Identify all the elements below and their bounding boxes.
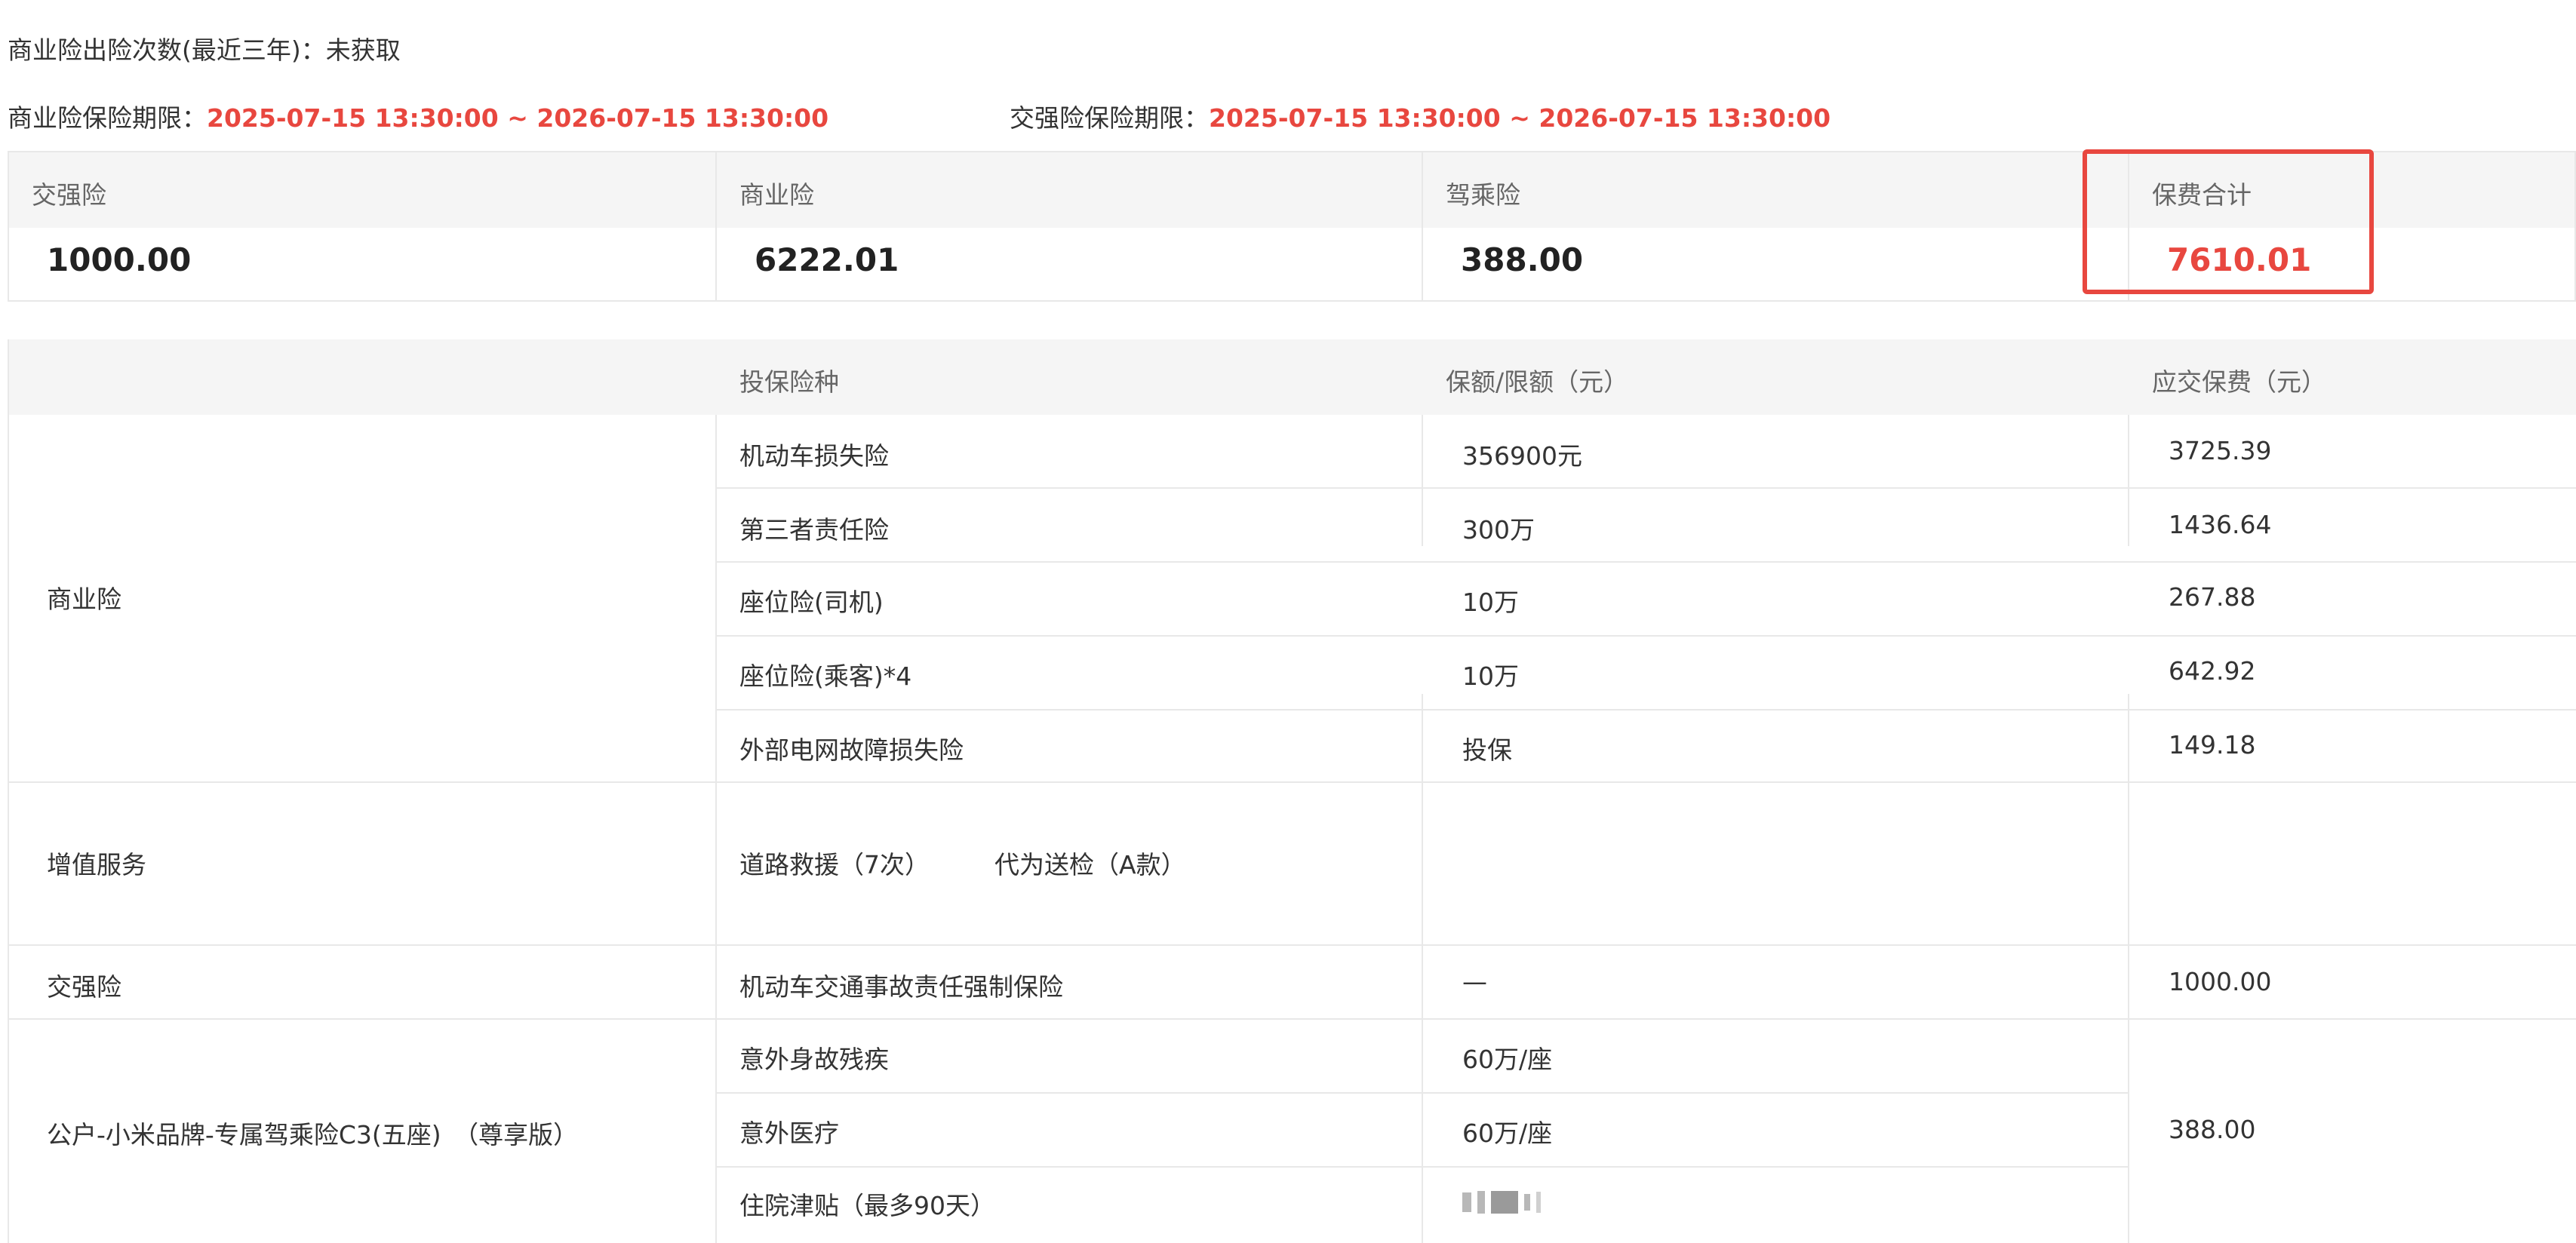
coverage-amount: — bbox=[1462, 967, 1487, 996]
col-divider bbox=[2128, 415, 2129, 546]
coverage-type: 意外医疗 bbox=[739, 1119, 839, 1148]
summary-label: 驾乘险 bbox=[1446, 180, 1520, 210]
coverage-type: 住院津贴（最多90天） bbox=[739, 1191, 995, 1220]
coverage-premium: 3725.39 bbox=[2169, 436, 2272, 465]
row-divider bbox=[715, 487, 2576, 489]
obscured-mark bbox=[1536, 1191, 1541, 1213]
summary-col-driver: 驾乘险 388.00 bbox=[1423, 152, 2129, 300]
header-premium: 应交保费（元） bbox=[2152, 367, 2326, 397]
coverage-type: 座位险(司机) bbox=[739, 588, 884, 617]
coverage-amount: 60万/座 bbox=[1462, 1119, 1553, 1148]
summary-value: 1000.00 bbox=[47, 241, 192, 278]
row-divider bbox=[9, 944, 2576, 946]
col-divider bbox=[1422, 415, 1423, 546]
coverage-premium: 1436.64 bbox=[2169, 510, 2272, 539]
total-highlight-box bbox=[2083, 149, 2374, 294]
coverage-type: 机动车交通事故责任强制保险 bbox=[739, 972, 1063, 1002]
col-divider bbox=[1422, 694, 1423, 1243]
row-divider bbox=[9, 781, 2576, 783]
group-compulsory: 交强险 bbox=[47, 972, 121, 1002]
summary-col-commercial: 商业险 6222.01 bbox=[717, 152, 1423, 300]
claims-count-line: 商业险出险次数(最近三年)：未获取 bbox=[8, 35, 401, 65]
coverage-type: 第三者责任险 bbox=[739, 515, 889, 545]
group-driver-passenger: 公户-小米品牌-专属驾乘险C3(五座) （尊享版） bbox=[47, 1120, 579, 1149]
summary-col-compulsory: 交强险 1000.00 bbox=[9, 152, 717, 300]
compulsory-period: 交强险保险期限：2025-07-15 13:30:00 ~ 2026-07-15… bbox=[1010, 98, 1831, 134]
value-added-item: 道路救援（7次） bbox=[739, 850, 930, 879]
group-value-added: 增值服务 bbox=[47, 850, 146, 879]
header-coverage-amount: 保额/限额（元） bbox=[1446, 367, 1629, 397]
coverage-type: 意外身故残疾 bbox=[739, 1045, 889, 1074]
coverage-type: 外部电网故障损失险 bbox=[739, 735, 964, 765]
coverage-type: 座位险(乘客)*4 bbox=[739, 661, 912, 691]
obscured-mark bbox=[1524, 1193, 1530, 1211]
commercial-period-label: 商业险保险期限： bbox=[8, 103, 207, 133]
commercial-period-value: 2025-07-15 13:30:00 ~ 2026-07-15 13:30:0… bbox=[207, 103, 829, 133]
coverage-amount: 10万 bbox=[1462, 588, 1519, 617]
obscured-mark bbox=[1491, 1190, 1518, 1214]
coverage-amount: 投保 bbox=[1462, 735, 1512, 765]
coverage-premium: 149.18 bbox=[2169, 730, 2256, 760]
row-divider bbox=[715, 709, 2576, 711]
row-divider bbox=[715, 1092, 2128, 1094]
driver-premium: 388.00 bbox=[2169, 1115, 2256, 1144]
coverage-amount: 300万 bbox=[1462, 515, 1535, 545]
coverage-premium: 1000.00 bbox=[2169, 967, 2272, 996]
summary-label: 商业险 bbox=[739, 180, 814, 210]
col-divider bbox=[715, 415, 717, 1243]
obscured-mark bbox=[1462, 1192, 1471, 1212]
coverage-amount: 10万 bbox=[1462, 661, 1519, 691]
compulsory-period-value: 2025-07-15 13:30:00 ~ 2026-07-15 13:30:0… bbox=[1209, 103, 1831, 133]
coverage-amount-obscured bbox=[1462, 1186, 1547, 1215]
row-divider bbox=[715, 1166, 2128, 1168]
coverage-type: 机动车损失险 bbox=[739, 441, 889, 471]
coverage-detail-table: 投保险种 保额/限额（元） 应交保费（元） 商业险 机动车损失险 356900元… bbox=[8, 339, 2576, 1243]
coverage-premium: 642.92 bbox=[2169, 656, 2256, 686]
summary-value: 388.00 bbox=[1461, 241, 1584, 278]
commercial-period: 商业险保险期限：2025-07-15 13:30:00 ~ 2026-07-15… bbox=[8, 98, 828, 134]
row-divider bbox=[715, 635, 2576, 637]
col-divider bbox=[2128, 694, 2129, 1243]
group-commercial: 商业险 bbox=[47, 585, 121, 614]
compulsory-period-label: 交强险保险期限： bbox=[1010, 103, 1209, 133]
summary-value: 6222.01 bbox=[755, 241, 899, 278]
value-added-item: 代为送检（A款） bbox=[994, 850, 1186, 879]
coverage-amount: 60万/座 bbox=[1462, 1045, 1553, 1074]
coverage-premium: 267.88 bbox=[2169, 582, 2256, 612]
header-coverage-type: 投保险种 bbox=[739, 367, 839, 397]
row-divider bbox=[9, 1018, 2576, 1020]
summary-label: 交强险 bbox=[32, 180, 106, 210]
row-divider bbox=[715, 561, 2576, 563]
obscured-mark bbox=[1477, 1190, 1485, 1214]
coverage-amount: 356900元 bbox=[1462, 441, 1582, 471]
